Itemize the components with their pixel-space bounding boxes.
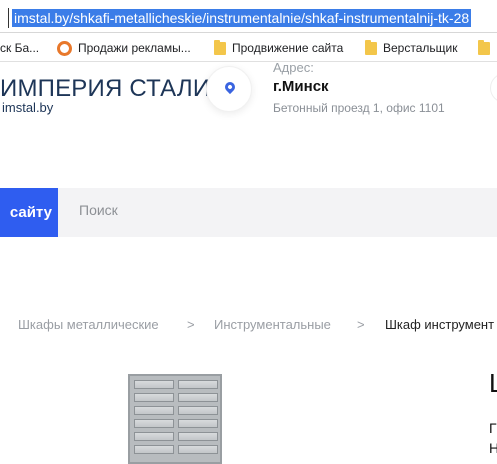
cabinet-drawer [178,419,218,428]
cabinet-drawer [134,419,174,428]
product-image[interactable] [128,374,222,464]
folder-icon [214,39,226,55]
cabinet-drawer [134,432,174,441]
text-caret [8,8,9,28]
cabinet-drawer [134,445,174,454]
breadcrumb-separator: > [357,317,365,332]
bookmark-item[interactable]: Продажи рекламы... [57,40,191,56]
breadcrumb-separator: > [187,317,195,332]
breadcrumb-current: Шкаф инструмент [385,317,495,332]
site-logo-name[interactable]: ИМПЕРИЯ СТАЛИ [0,75,210,103]
cabinet-drawer [178,406,218,415]
cabinet-drawer [178,393,218,402]
site-logo-domain: imstal.by [2,100,54,115]
breadcrumb-link[interactable]: Шкафы металлические [18,317,159,332]
contact-badge [490,73,497,103]
bookmark-item[interactable]: Верстальщик [365,39,458,56]
search-scope-button[interactable]: сайту [0,188,58,237]
bookmark-item[interactable]: Продвижение сайта [214,39,344,56]
bookmarks-bar: ск Ба... Продажи рекламы... Продвижение … [0,33,497,62]
bookmark-item[interactable]: ск Ба... [0,40,39,56]
bookmark-item[interactable] [478,39,490,56]
city-name: г.Минск [273,78,329,95]
cabinet-drawer [178,432,218,441]
product-info-text: Н [489,440,497,456]
product-info-text: Г [489,420,497,436]
location-pin-icon [222,79,238,95]
breadcrumb-link[interactable]: Инструментальные [214,317,331,332]
cabinet-drawer [178,380,218,389]
folder-icon [478,39,490,55]
search-input[interactable]: Поиск [79,202,118,218]
url-text[interactable]: imstal.by/shkafi-metallicheskie/instrume… [12,9,472,27]
cabinet-drawer [178,445,218,454]
bookmark-label: Верстальщик [383,41,458,55]
folder-icon [365,39,377,55]
cabinet-drawer [134,406,174,415]
bookmark-label: ск Ба... [0,41,40,55]
bookmark-label: Продвижение сайта [232,41,344,55]
ring-icon [57,40,72,56]
street-address: Бетонный проезд 1, офис 1101 [273,101,445,115]
product-title: Ш [489,368,497,399]
cabinet-drawer [134,393,174,402]
address-label: Адрес: [273,60,314,75]
cabinet-drawer [134,380,174,389]
search-bar [0,188,497,237]
location-badge [206,66,252,112]
bookmark-label: Продажи рекламы... [78,41,191,55]
